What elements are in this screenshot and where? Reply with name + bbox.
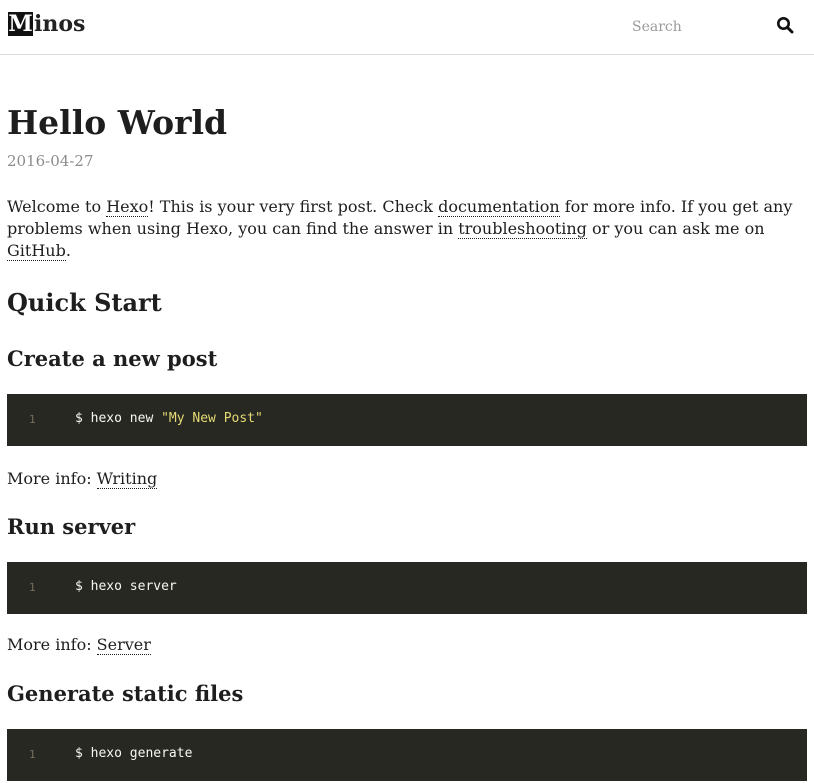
github-link[interactable]: GitHub [7,241,66,261]
code-command: $ hexo server [75,579,177,594]
search-icon[interactable] [776,16,794,34]
code-block-generate: 1 $ hexo generate [7,729,807,781]
more-info-label: More info: [7,469,97,488]
intro-text: or you can ask me on [586,219,765,238]
quick-start-heading: Quick Start [7,288,162,317]
line-number: 1 [29,748,36,761]
hexo-link[interactable]: Hexo [106,197,149,217]
code-block-server: 1 $ hexo server [7,562,807,614]
logo-text: inos [34,11,86,37]
site-logo[interactable]: Minos [8,11,86,37]
code-command: $ hexo generate [75,746,193,761]
intro-text: Welcome to [7,197,107,216]
search-input[interactable] [632,16,772,38]
logo-letter: M [8,11,33,37]
more-info-label: More info: [7,635,97,654]
post-title: Hello World [7,103,228,142]
troubleshooting-link[interactable]: troubleshooting [458,219,587,239]
code-string: "My New Post" [161,411,263,426]
server-link[interactable]: Server [96,635,151,655]
documentation-link[interactable]: documentation [438,197,560,217]
more-info-server: More info: Server [7,634,807,656]
post-content: Hello World 2016-04-27 Welcome to Hexo! … [0,103,814,781]
writing-link[interactable]: Writing [96,469,158,489]
line-number: 1 [29,581,36,594]
more-info-writing: More info: Writing [7,468,807,490]
code-command: $ hexo new [75,411,162,426]
intro-paragraph: Welcome to Hexo! This is your very first… [7,196,807,262]
code-line: $ hexo new "My New Post" [75,411,263,426]
run-server-heading: Run server [7,514,136,539]
navbar: Minos [0,0,814,55]
intro-text: . [65,241,71,260]
generate-static-heading: Generate static files [7,681,244,706]
code-block-new-post: 1 $ hexo new "My New Post" [7,394,807,446]
intro-text: ! This is your very first post. Check [148,197,439,216]
create-post-heading: Create a new post [7,346,218,371]
line-number: 1 [29,413,36,426]
post-date: 2016-04-27 [7,152,94,170]
